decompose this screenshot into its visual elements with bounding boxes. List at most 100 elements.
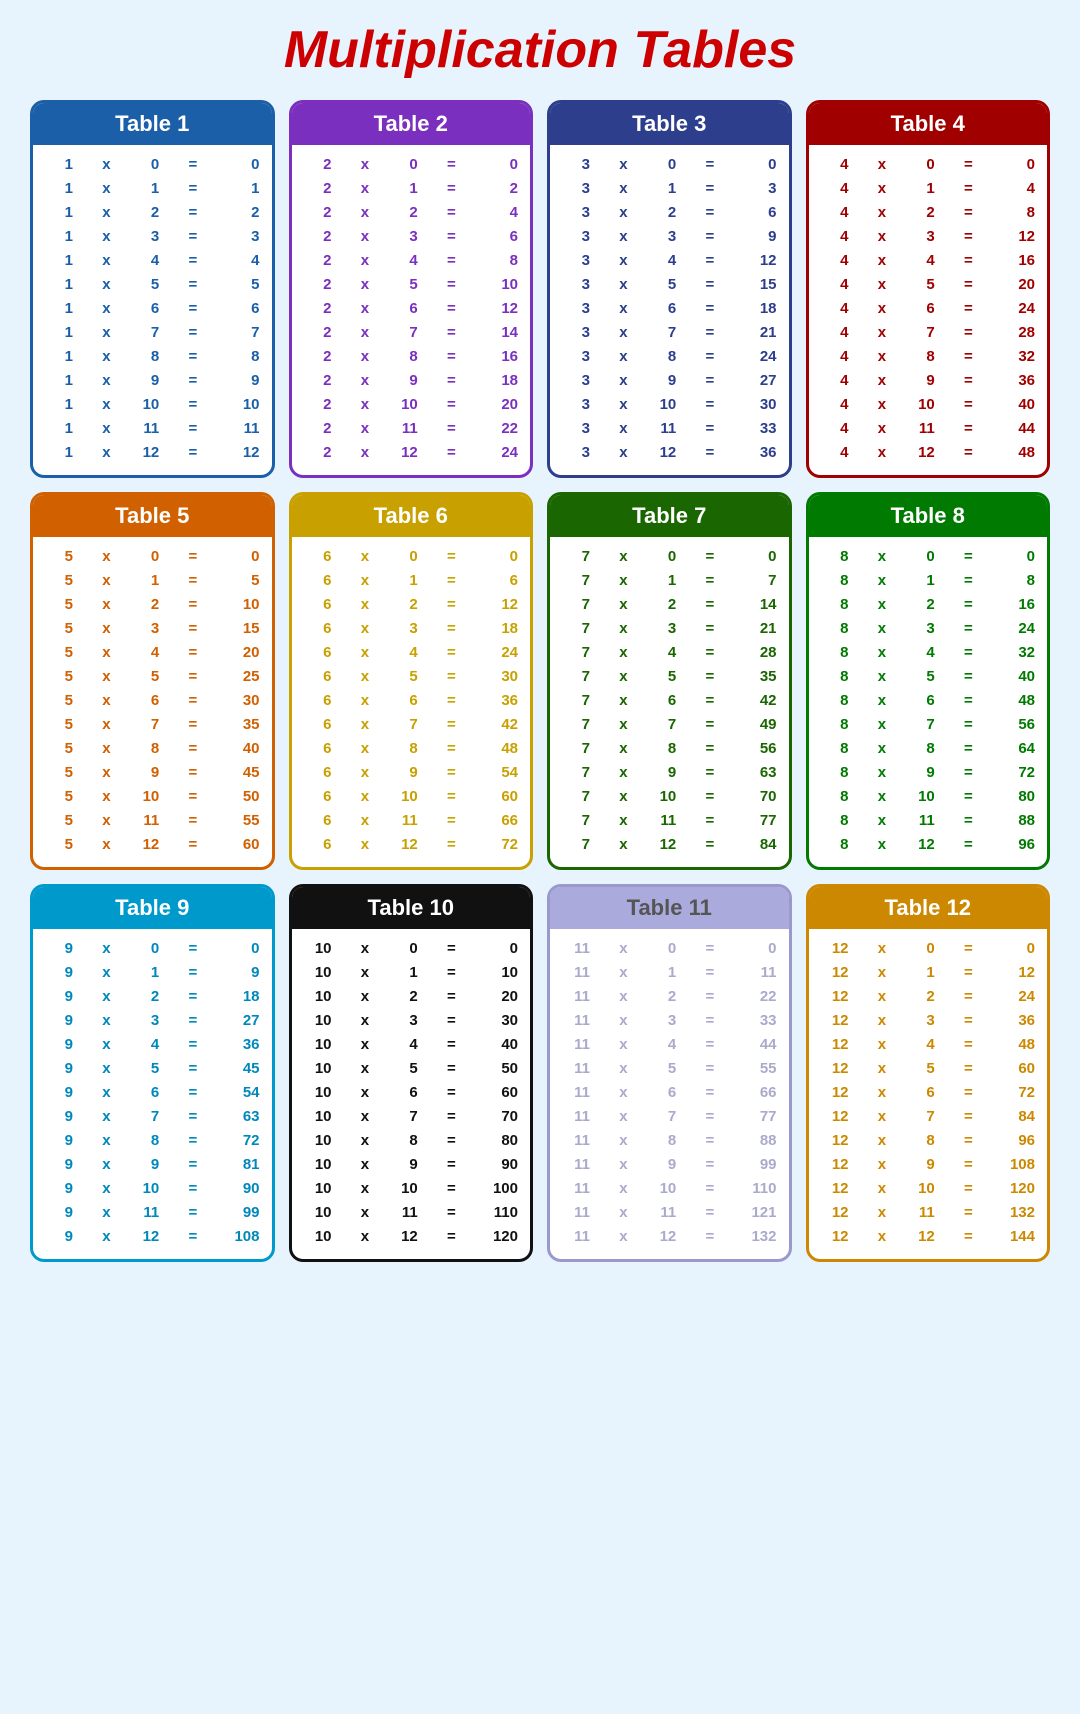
table-row: 8 x 5 = 40 [821, 665, 1036, 689]
table-header-10: Table 10 [292, 887, 531, 929]
table-row: 9 x 3 = 27 [45, 1009, 260, 1033]
table-body-12: 12 x 0 = 012 x 1 = 1212 x 2 = 2412 x 3 =… [809, 929, 1048, 1259]
table-row: 3 x 6 = 18 [562, 297, 777, 321]
table-row: 6 x 2 = 12 [304, 593, 519, 617]
table-row: 12 x 1 = 12 [821, 961, 1036, 985]
table-row: 11 x 3 = 33 [562, 1009, 777, 1033]
table-row: 2 x 0 = 0 [304, 153, 519, 177]
table-row: 8 x 2 = 16 [821, 593, 1036, 617]
page-title: Multiplication Tables [20, 20, 1060, 80]
table-row: 7 x 4 = 28 [562, 641, 777, 665]
table-card-6: Table 66 x 0 = 06 x 1 = 66 x 2 = 126 x 3… [289, 492, 534, 870]
table-row: 10 x 7 = 70 [304, 1105, 519, 1129]
table-row: 5 x 1 = 5 [45, 569, 260, 593]
table-row: 6 x 11 = 66 [304, 809, 519, 833]
table-row: 8 x 3 = 24 [821, 617, 1036, 641]
table-row: 4 x 9 = 36 [821, 369, 1036, 393]
table-row: 3 x 1 = 3 [562, 177, 777, 201]
table-header-12: Table 12 [809, 887, 1048, 929]
table-row: 4 x 3 = 12 [821, 225, 1036, 249]
table-row: 4 x 7 = 28 [821, 321, 1036, 345]
table-row: 7 x 7 = 49 [562, 713, 777, 737]
table-row: 6 x 9 = 54 [304, 761, 519, 785]
table-card-1: Table 11 x 0 = 01 x 1 = 11 x 2 = 21 x 3 … [30, 100, 275, 478]
table-row: 10 x 11 = 110 [304, 1201, 519, 1225]
table-row: 4 x 0 = 0 [821, 153, 1036, 177]
table-row: 4 x 1 = 4 [821, 177, 1036, 201]
table-row: 8 x 1 = 8 [821, 569, 1036, 593]
table-row: 5 x 3 = 15 [45, 617, 260, 641]
table-row: 10 x 6 = 60 [304, 1081, 519, 1105]
table-row: 6 x 8 = 48 [304, 737, 519, 761]
table-row: 11 x 6 = 66 [562, 1081, 777, 1105]
table-card-7: Table 77 x 0 = 07 x 1 = 77 x 2 = 147 x 3… [547, 492, 792, 870]
table-row: 10 x 5 = 50 [304, 1057, 519, 1081]
table-row: 1 x 0 = 0 [45, 153, 260, 177]
table-row: 4 x 6 = 24 [821, 297, 1036, 321]
table-row: 9 x 9 = 81 [45, 1153, 260, 1177]
table-row: 9 x 2 = 18 [45, 985, 260, 1009]
table-row: 2 x 8 = 16 [304, 345, 519, 369]
table-row: 12 x 2 = 24 [821, 985, 1036, 1009]
table-body-8: 8 x 0 = 08 x 1 = 88 x 2 = 168 x 3 = 248 … [809, 537, 1048, 867]
table-body-1: 1 x 0 = 01 x 1 = 11 x 2 = 21 x 3 = 31 x … [33, 145, 272, 475]
table-header-1: Table 1 [33, 103, 272, 145]
table-body-2: 2 x 0 = 02 x 1 = 22 x 2 = 42 x 3 = 62 x … [292, 145, 531, 475]
table-row: 7 x 1 = 7 [562, 569, 777, 593]
table-row: 3 x 12 = 36 [562, 441, 777, 465]
table-row: 4 x 10 = 40 [821, 393, 1036, 417]
table-row: 2 x 6 = 12 [304, 297, 519, 321]
table-body-7: 7 x 0 = 07 x 1 = 77 x 2 = 147 x 3 = 217 … [550, 537, 789, 867]
table-card-3: Table 33 x 0 = 03 x 1 = 33 x 2 = 63 x 3 … [547, 100, 792, 478]
table-header-5: Table 5 [33, 495, 272, 537]
table-row: 3 x 11 = 33 [562, 417, 777, 441]
table-row: 9 x 0 = 0 [45, 937, 260, 961]
table-row: 1 x 3 = 3 [45, 225, 260, 249]
table-row: 7 x 5 = 35 [562, 665, 777, 689]
table-row: 6 x 3 = 18 [304, 617, 519, 641]
table-row: 8 x 4 = 32 [821, 641, 1036, 665]
table-row: 3 x 3 = 9 [562, 225, 777, 249]
table-row: 8 x 7 = 56 [821, 713, 1036, 737]
table-row: 3 x 5 = 15 [562, 273, 777, 297]
table-row: 3 x 7 = 21 [562, 321, 777, 345]
table-row: 1 x 7 = 7 [45, 321, 260, 345]
table-row: 3 x 4 = 12 [562, 249, 777, 273]
table-row: 10 x 12 = 120 [304, 1225, 519, 1249]
table-card-2: Table 22 x 0 = 02 x 1 = 22 x 2 = 42 x 3 … [289, 100, 534, 478]
table-row: 12 x 3 = 36 [821, 1009, 1036, 1033]
table-row: 8 x 12 = 96 [821, 833, 1036, 857]
table-row: 12 x 5 = 60 [821, 1057, 1036, 1081]
table-row: 8 x 6 = 48 [821, 689, 1036, 713]
table-row: 6 x 12 = 72 [304, 833, 519, 857]
table-row: 2 x 1 = 2 [304, 177, 519, 201]
table-body-6: 6 x 0 = 06 x 1 = 66 x 2 = 126 x 3 = 186 … [292, 537, 531, 867]
table-body-9: 9 x 0 = 09 x 1 = 99 x 2 = 189 x 3 = 279 … [33, 929, 272, 1259]
table-row: 9 x 5 = 45 [45, 1057, 260, 1081]
table-row: 1 x 11 = 11 [45, 417, 260, 441]
table-row: 7 x 8 = 56 [562, 737, 777, 761]
table-row: 10 x 9 = 90 [304, 1153, 519, 1177]
table-row: 12 x 9 = 108 [821, 1153, 1036, 1177]
table-row: 10 x 1 = 10 [304, 961, 519, 985]
table-row: 5 x 11 = 55 [45, 809, 260, 833]
table-header-9: Table 9 [33, 887, 272, 929]
table-header-11: Table 11 [550, 887, 789, 929]
table-body-5: 5 x 0 = 05 x 1 = 55 x 2 = 105 x 3 = 155 … [33, 537, 272, 867]
table-row: 1 x 6 = 6 [45, 297, 260, 321]
table-row: 7 x 2 = 14 [562, 593, 777, 617]
table-row: 7 x 11 = 77 [562, 809, 777, 833]
table-row: 5 x 8 = 40 [45, 737, 260, 761]
table-row: 5 x 4 = 20 [45, 641, 260, 665]
table-row: 1 x 12 = 12 [45, 441, 260, 465]
table-row: 1 x 8 = 8 [45, 345, 260, 369]
table-body-10: 10 x 0 = 010 x 1 = 1010 x 2 = 2010 x 3 =… [292, 929, 531, 1259]
table-row: 12 x 11 = 132 [821, 1201, 1036, 1225]
table-row: 7 x 3 = 21 [562, 617, 777, 641]
table-row: 8 x 8 = 64 [821, 737, 1036, 761]
table-row: 10 x 4 = 40 [304, 1033, 519, 1057]
table-card-9: Table 99 x 0 = 09 x 1 = 99 x 2 = 189 x 3… [30, 884, 275, 1262]
table-header-2: Table 2 [292, 103, 531, 145]
table-row: 12 x 10 = 120 [821, 1177, 1036, 1201]
tables-grid: Table 11 x 0 = 01 x 1 = 11 x 2 = 21 x 3 … [20, 100, 1060, 1262]
